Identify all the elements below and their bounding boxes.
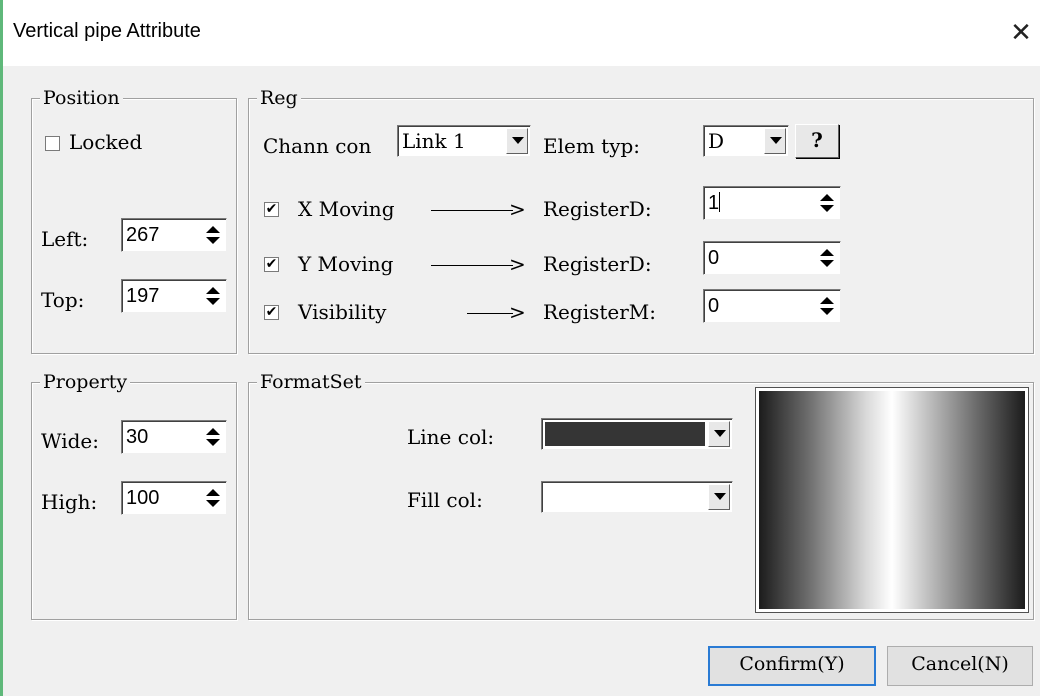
x-moving-register-spinbox[interactable]: 1: [703, 186, 841, 220]
chann-con-label: Chann con: [263, 134, 372, 158]
checkmark-icon: ✔: [265, 304, 278, 320]
high-spinner-arrows-icon[interactable]: [204, 487, 222, 509]
high-spinbox[interactable]: 100: [121, 481, 227, 515]
line-color-swatch: [545, 422, 705, 446]
fill-color-combo[interactable]: [541, 481, 733, 513]
locked-label: Locked: [69, 130, 143, 154]
title-bar[interactable]: Vertical pipe Attribute ✕: [3, 0, 1040, 66]
formatset-legend: FormatSet: [257, 371, 365, 393]
channel-dropdown-button[interactable]: [506, 128, 528, 154]
checkmark-icon: ✔: [265, 256, 278, 272]
high-value: 100: [126, 487, 160, 509]
visibility-arrow-head: >: [509, 300, 526, 324]
x-moving-target-label: RegisterD:: [543, 197, 652, 221]
property-legend: Property: [40, 371, 131, 393]
y-moving-register-value: 0: [708, 247, 720, 269]
chevron-down-icon: [714, 430, 726, 437]
visibility-checkbox[interactable]: ✔: [264, 305, 279, 320]
close-icon: ✕: [1010, 18, 1032, 48]
wide-spinner-arrows-icon[interactable]: [204, 426, 222, 448]
elem-type-combo[interactable]: D: [703, 125, 789, 157]
top-spinbox[interactable]: 197: [121, 279, 227, 313]
visibility-arrow-line: [467, 313, 513, 314]
cancel-button[interactable]: Cancel(N): [887, 646, 1033, 686]
help-button[interactable]: ?: [795, 124, 839, 158]
window-title: Vertical pipe Attribute: [13, 20, 201, 42]
y-moving-register-spinbox[interactable]: 0: [703, 241, 841, 275]
y-moving-arrow-head: >: [509, 252, 526, 276]
top-spinner-arrows-icon[interactable]: [204, 285, 222, 307]
confirm-button[interactable]: Confirm(Y): [708, 646, 876, 686]
line-color-dropdown-button[interactable]: [708, 421, 730, 447]
x-moving-arrow-line: [431, 210, 513, 211]
y-moving-spinner-arrows-icon[interactable]: [818, 247, 836, 269]
high-label: High:: [41, 490, 98, 514]
vertical-pipe-attribute-dialog: Vertical pipe Attribute ✕ Position Locke…: [0, 0, 1040, 696]
left-spinbox[interactable]: 267: [121, 218, 227, 252]
line-col-label: Line col:: [407, 425, 495, 449]
reg-legend: Reg: [257, 87, 301, 109]
close-button[interactable]: ✕: [1006, 16, 1036, 50]
y-moving-arrow-line: [431, 265, 513, 266]
vertical-pipe-preview-image: [759, 391, 1025, 609]
chevron-down-icon: [770, 137, 782, 144]
chevron-down-icon: [512, 137, 524, 144]
y-moving-target-label: RegisterD:: [543, 252, 652, 276]
x-moving-label: X Moving: [298, 197, 395, 221]
locked-checkbox[interactable]: [45, 136, 60, 151]
line-color-combo[interactable]: [541, 418, 733, 450]
wide-spinbox[interactable]: 30: [121, 420, 227, 454]
left-spinner-arrows-icon[interactable]: [204, 224, 222, 246]
fill-col-label: Fill col:: [407, 488, 483, 512]
pipe-preview: [755, 387, 1029, 613]
x-moving-checkbox[interactable]: ✔: [264, 202, 279, 217]
fill-color-dropdown-button[interactable]: [708, 484, 730, 510]
left-label: Left:: [41, 227, 89, 251]
elem-type-dropdown-button[interactable]: [764, 128, 786, 154]
y-moving-checkbox[interactable]: ✔: [264, 257, 279, 272]
visibility-register-value: 0: [708, 295, 720, 317]
channel-combo[interactable]: Link 1: [397, 125, 531, 157]
visibility-label: Visibility: [298, 300, 387, 324]
left-value: 267: [126, 224, 160, 246]
top-value: 197: [126, 285, 160, 307]
wide-label: Wide:: [41, 429, 99, 453]
visibility-target-label: RegisterM:: [543, 300, 657, 324]
visibility-spinner-arrows-icon[interactable]: [818, 295, 836, 317]
elem-typ-label: Elem typ:: [543, 134, 641, 158]
x-moving-arrow-head: >: [509, 197, 526, 221]
wide-value: 30: [126, 426, 149, 448]
chevron-down-icon: [714, 493, 726, 500]
checkmark-icon: ✔: [265, 201, 278, 217]
y-moving-label: Y Moving: [298, 252, 394, 276]
x-moving-register-value: 1: [708, 192, 721, 214]
visibility-register-spinbox[interactable]: 0: [703, 289, 841, 323]
elem-type-value: D: [708, 129, 725, 153]
x-moving-spinner-arrows-icon[interactable]: [818, 192, 836, 214]
position-legend: Position: [40, 87, 123, 109]
fill-color-swatch: [545, 485, 705, 509]
top-label: Top:: [41, 288, 85, 312]
channel-value: Link 1: [402, 129, 466, 153]
